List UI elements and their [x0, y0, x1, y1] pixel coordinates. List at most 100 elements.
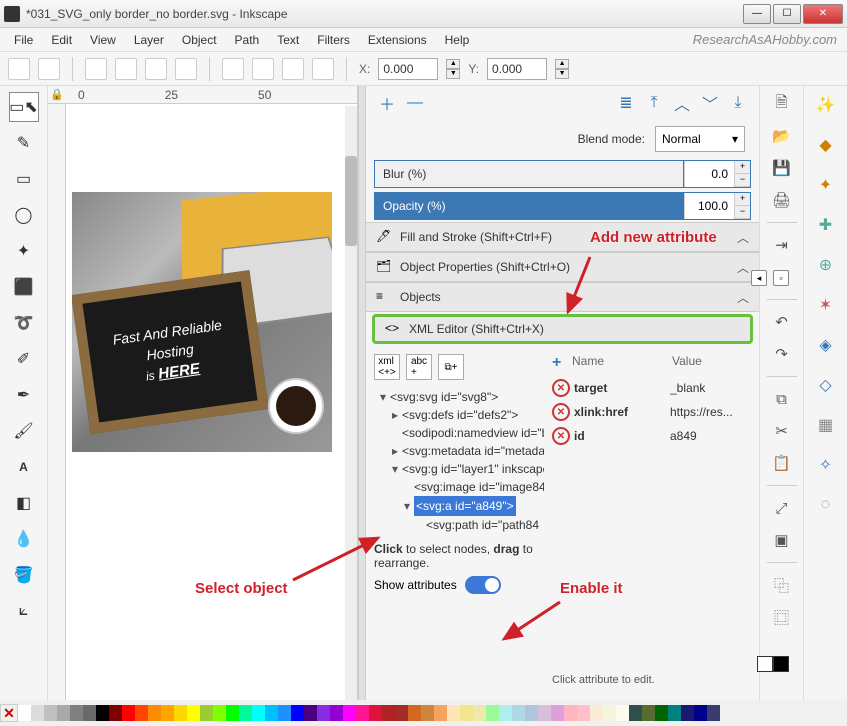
add-layer-icon[interactable]: ＋ [376, 92, 398, 114]
snap-bbox-icon[interactable]: ◆ [813, 132, 839, 158]
snap-misc-icon[interactable]: ◌ [813, 492, 839, 518]
color-swatch[interactable] [44, 705, 57, 721]
blend-mode-select[interactable]: Normal▾ [655, 126, 745, 152]
node-tool[interactable]: ✎ [9, 128, 39, 158]
star-tool[interactable]: ✦ [9, 236, 39, 266]
color-swatch[interactable] [187, 705, 200, 721]
color-swatch[interactable] [18, 705, 31, 721]
rect-tool[interactable]: ▭ [9, 164, 39, 194]
object-properties-header[interactable]: 🗂 Object Properties (Shift+Ctrl+O) ︿ [366, 252, 759, 282]
snap-guide-icon[interactable]: ✧ [813, 452, 839, 478]
color-swatch[interactable] [395, 705, 408, 721]
color-swatch[interactable] [70, 705, 83, 721]
color-swatch[interactable] [538, 705, 551, 721]
color-swatch[interactable] [122, 705, 135, 721]
new-element-node-button[interactable]: xml<+> [374, 354, 400, 380]
fill-none-swatches[interactable] [757, 656, 789, 672]
blur-slider[interactable]: Blur (%) 0.0 +− [374, 160, 751, 188]
bezier-tool[interactable]: ✒ [9, 380, 39, 410]
zoom-fit-icon[interactable]: ⤢ [770, 496, 794, 520]
maximize-button[interactable]: ☐ [773, 4, 801, 24]
paste-icon[interactable]: 📋 [770, 451, 794, 475]
color-swatch[interactable] [200, 705, 213, 721]
redo-icon[interactable]: ↷ [770, 342, 794, 366]
flip-h-icon[interactable] [145, 58, 167, 80]
color-swatch[interactable] [694, 705, 707, 721]
color-swatch[interactable] [304, 705, 317, 721]
import-icon[interactable]: ⇥ [770, 233, 794, 257]
snap-other-icon[interactable]: ✚ [813, 212, 839, 238]
print-icon[interactable]: 🖨 [770, 188, 794, 212]
save-icon[interactable]: 💾 [770, 156, 794, 180]
selection-mode-icon[interactable] [38, 58, 60, 80]
menu-edit[interactable]: Edit [43, 30, 80, 50]
lock-icon[interactable]: 🔒 [50, 88, 64, 101]
connector-tool[interactable]: ⟀ [9, 596, 39, 626]
copy-icon[interactable]: ⧉ [770, 387, 794, 411]
color-swatch[interactable] [356, 705, 369, 721]
snap-node-icon[interactable]: ✦ [813, 172, 839, 198]
canvas[interactable]: Fast And Reliable Hosting is HERE [72, 112, 332, 552]
delete-attr-icon[interactable]: ✕ [552, 427, 570, 445]
color-swatch[interactable] [616, 705, 629, 721]
ellipse-tool[interactable]: ◯ [9, 200, 39, 230]
raise-icon[interactable] [252, 58, 274, 80]
menu-text[interactable]: Text [269, 30, 307, 50]
show-attributes-toggle[interactable] [465, 576, 501, 594]
color-swatch[interactable] [408, 705, 421, 721]
menu-path[interactable]: Path [227, 30, 268, 50]
snap-page-icon[interactable]: ◇ [813, 372, 839, 398]
color-swatch[interactable] [512, 705, 525, 721]
lower-icon2[interactable]: ﹀ [699, 92, 721, 114]
color-swatch[interactable] [265, 705, 278, 721]
spiral-tool[interactable]: ➰ [9, 308, 39, 338]
color-swatch[interactable] [655, 705, 668, 721]
clone-icon[interactable]: ⿴ [770, 605, 794, 629]
y-up[interactable]: ▲ [555, 59, 569, 69]
snap-text-icon[interactable]: ◈ [813, 332, 839, 358]
text-tool[interactable]: A [9, 452, 39, 482]
attr-row[interactable]: ✕ xlink:href https://res... [552, 400, 751, 424]
raise-top-icon[interactable] [222, 58, 244, 80]
opacity-slider[interactable]: Opacity (%) 100.0 +− [374, 192, 751, 220]
snap-enable-icon[interactable]: ✨ [813, 92, 839, 118]
color-swatch[interactable] [629, 705, 642, 721]
snap-grid-icon[interactable]: ▦ [813, 412, 839, 438]
color-swatch[interactable] [447, 705, 460, 721]
menu-view[interactable]: View [82, 30, 124, 50]
objects-header[interactable]: ≡ Objects ︿ [366, 282, 759, 312]
color-swatch[interactable] [57, 705, 70, 721]
color-swatch[interactable] [96, 705, 109, 721]
attr-row[interactable]: ✕ target _blank [552, 376, 751, 400]
canvas-image[interactable]: Fast And Reliable Hosting is HERE [72, 192, 332, 452]
menu-filters[interactable]: Filters [309, 30, 358, 50]
color-swatch[interactable] [499, 705, 512, 721]
color-swatch[interactable] [577, 705, 590, 721]
color-swatch[interactable] [226, 705, 239, 721]
duplicate-icon[interactable]: ⿻ [770, 573, 794, 597]
color-swatch[interactable] [161, 705, 174, 721]
gradient-tool[interactable]: ◧ [9, 488, 39, 518]
color-swatch[interactable] [343, 705, 356, 721]
cut-icon[interactable]: ✂ [770, 419, 794, 443]
color-swatch[interactable] [642, 705, 655, 721]
zoom-page-icon[interactable]: ▣ [770, 528, 794, 552]
no-fill-swatch[interactable]: ✕ [0, 704, 18, 722]
color-swatch[interactable] [317, 705, 330, 721]
color-swatch[interactable] [525, 705, 538, 721]
color-swatch[interactable] [551, 705, 564, 721]
menu-file[interactable]: File [6, 30, 41, 50]
undo-icon[interactable]: ↶ [770, 310, 794, 334]
y-input[interactable] [487, 58, 547, 80]
dropper-tool[interactable]: 💧 [9, 524, 39, 554]
minimize-button[interactable]: — [743, 4, 771, 24]
close-button[interactable]: ✕ [803, 4, 843, 24]
raise-icon2[interactable]: ︿ [671, 92, 693, 114]
selector-tool[interactable]: ▭⬉ [9, 92, 39, 122]
color-swatch[interactable] [460, 705, 473, 721]
delete-attr-icon[interactable]: ✕ [552, 403, 570, 421]
color-swatch[interactable] [278, 705, 291, 721]
x-down[interactable]: ▼ [446, 69, 460, 79]
color-swatch[interactable] [564, 705, 577, 721]
color-swatch[interactable] [174, 705, 187, 721]
